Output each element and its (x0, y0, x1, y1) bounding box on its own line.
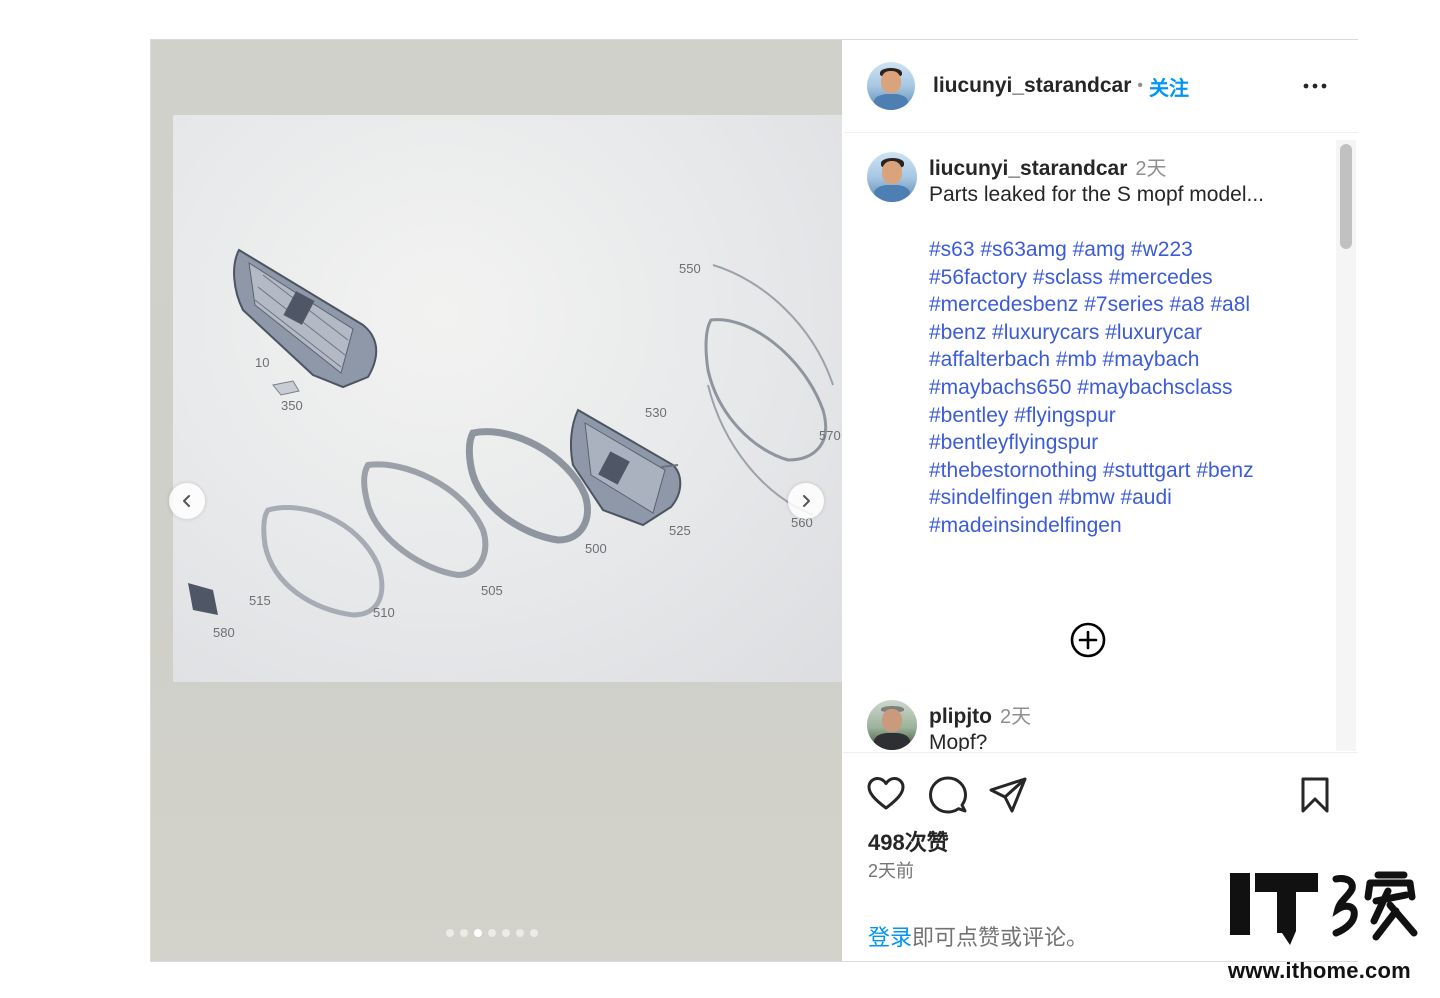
hashtag-line[interactable]: #bentleyflyingspur (929, 429, 1319, 457)
post-caption: liucunyi_starandcar 2天 Parts leaked for t… (867, 152, 1319, 540)
hashtag-line[interactable]: #thebestornothing #stuttgart #benz (929, 457, 1319, 485)
ithome-logo (1230, 871, 1418, 945)
hashtag-line[interactable]: #benz #luxurycars #luxurycar (929, 319, 1319, 347)
author-avatar[interactable] (867, 152, 917, 202)
carousel-dot (530, 929, 538, 937)
comment-time: 2天 (999, 706, 1032, 728)
post-media[interactable]: 550 10 350 530 570 525 560 500 515 505 5… (151, 40, 842, 961)
part-number: 550 (679, 261, 701, 276)
more-options-icon[interactable] (1302, 76, 1328, 96)
part-number: 515 (249, 593, 271, 608)
part-number: 580 (213, 625, 235, 640)
post-date: 2天前 (868, 861, 915, 881)
heart-icon (867, 777, 905, 810)
hashtag-list: #s63 #s63amg #amg #w223 #56factory #sclas… (929, 236, 1319, 540)
hashtag-line[interactable]: #sindelfingen #bmw #audi (929, 484, 1319, 512)
bookmark-icon (1301, 777, 1329, 813)
part-number: 350 (281, 398, 303, 413)
instagram-post: 550 10 350 530 570 525 560 500 515 505 5… (150, 39, 1358, 962)
save-button[interactable] (1295, 775, 1335, 815)
hashtag-line[interactable]: #maybachs650 #maybachsclass (929, 374, 1319, 402)
grille-parts-diagram: 550 10 350 530 570 525 560 500 515 505 5… (188, 248, 841, 640)
post-side-panel: liucunyi_starandcar • 关注 liucunyi_staran… (843, 40, 1358, 961)
login-prompt: 登录即可点赞或评论。 (868, 920, 1088, 952)
like-count[interactable]: 498次赞 (868, 825, 949, 857)
part-number: 510 (373, 605, 395, 620)
hashtag-line[interactable]: #affalterbach #mb #maybach (929, 346, 1319, 374)
carousel-next-button[interactable] (788, 483, 824, 519)
plus-circle-icon[interactable] (1069, 621, 1107, 659)
watermark-url: www.ithome.com (1228, 958, 1411, 983)
hashtag-line[interactable]: #56factory #sclass #mercedes (929, 264, 1319, 292)
author-username[interactable]: liucunyi_starandcar (933, 74, 1131, 98)
part-number: 10 (255, 355, 269, 370)
part-number: 570 (819, 428, 841, 443)
hashtag-line[interactable]: #mercedesbenz #7series #a8 #a8l (929, 291, 1319, 319)
share-button[interactable] (988, 775, 1028, 815)
carousel-prev-button[interactable] (169, 483, 205, 519)
carousel-dot (516, 929, 524, 937)
chevron-left-icon (183, 495, 190, 507)
comment-item: plipjto2天 Mopf? 赞 回复 (867, 700, 1031, 751)
comment-text: Mopf? (929, 731, 988, 751)
chevron-right-icon (803, 495, 810, 507)
commenter-avatar[interactable] (867, 700, 917, 750)
hashtag-line[interactable]: #madeinsindelfingen (929, 512, 1319, 540)
carousel-dot (460, 929, 468, 937)
author-avatar[interactable] (867, 62, 915, 110)
post-header: liucunyi_starandcar • 关注 (843, 40, 1358, 133)
carousel-dot (446, 929, 454, 937)
carousel-dot-active (474, 929, 482, 937)
carousel-dot (488, 929, 496, 937)
comment-username[interactable]: plipjto (929, 705, 992, 728)
comment-button[interactable] (928, 775, 968, 815)
header-separator: • (1137, 77, 1144, 94)
like-button[interactable] (866, 775, 906, 815)
part-number: 530 (645, 405, 667, 420)
carousel-indicator (446, 929, 538, 937)
follow-button[interactable]: 关注 (1149, 72, 1189, 101)
login-prompt-text: 即可点赞或评论。 (912, 925, 1089, 950)
carousel-dot (502, 929, 510, 937)
hashtag-line[interactable]: #s63 #s63amg #amg #w223 (929, 236, 1319, 264)
comments-scrollbar[interactable] (1336, 140, 1356, 751)
part-number: 500 (585, 541, 607, 556)
caption-username[interactable]: liucunyi_starandcar (929, 157, 1127, 180)
caption-time: 2天 (1135, 158, 1167, 180)
part-number: 525 (669, 523, 691, 538)
scrollbar-thumb[interactable] (1340, 144, 1352, 249)
comments-section[interactable]: liucunyi_starandcar 2天 Parts leaked for t… (843, 134, 1358, 751)
hashtag-line[interactable]: #bentley #flyingspur (929, 402, 1319, 430)
login-link[interactable]: 登录 (868, 925, 912, 950)
post-photo: 550 10 350 530 570 525 560 500 515 505 5… (173, 115, 842, 682)
send-icon (989, 777, 1027, 813)
caption-text: Parts leaked for the S mopf model... (929, 183, 1264, 206)
comment-icon (929, 776, 967, 814)
part-number: 505 (481, 583, 503, 598)
